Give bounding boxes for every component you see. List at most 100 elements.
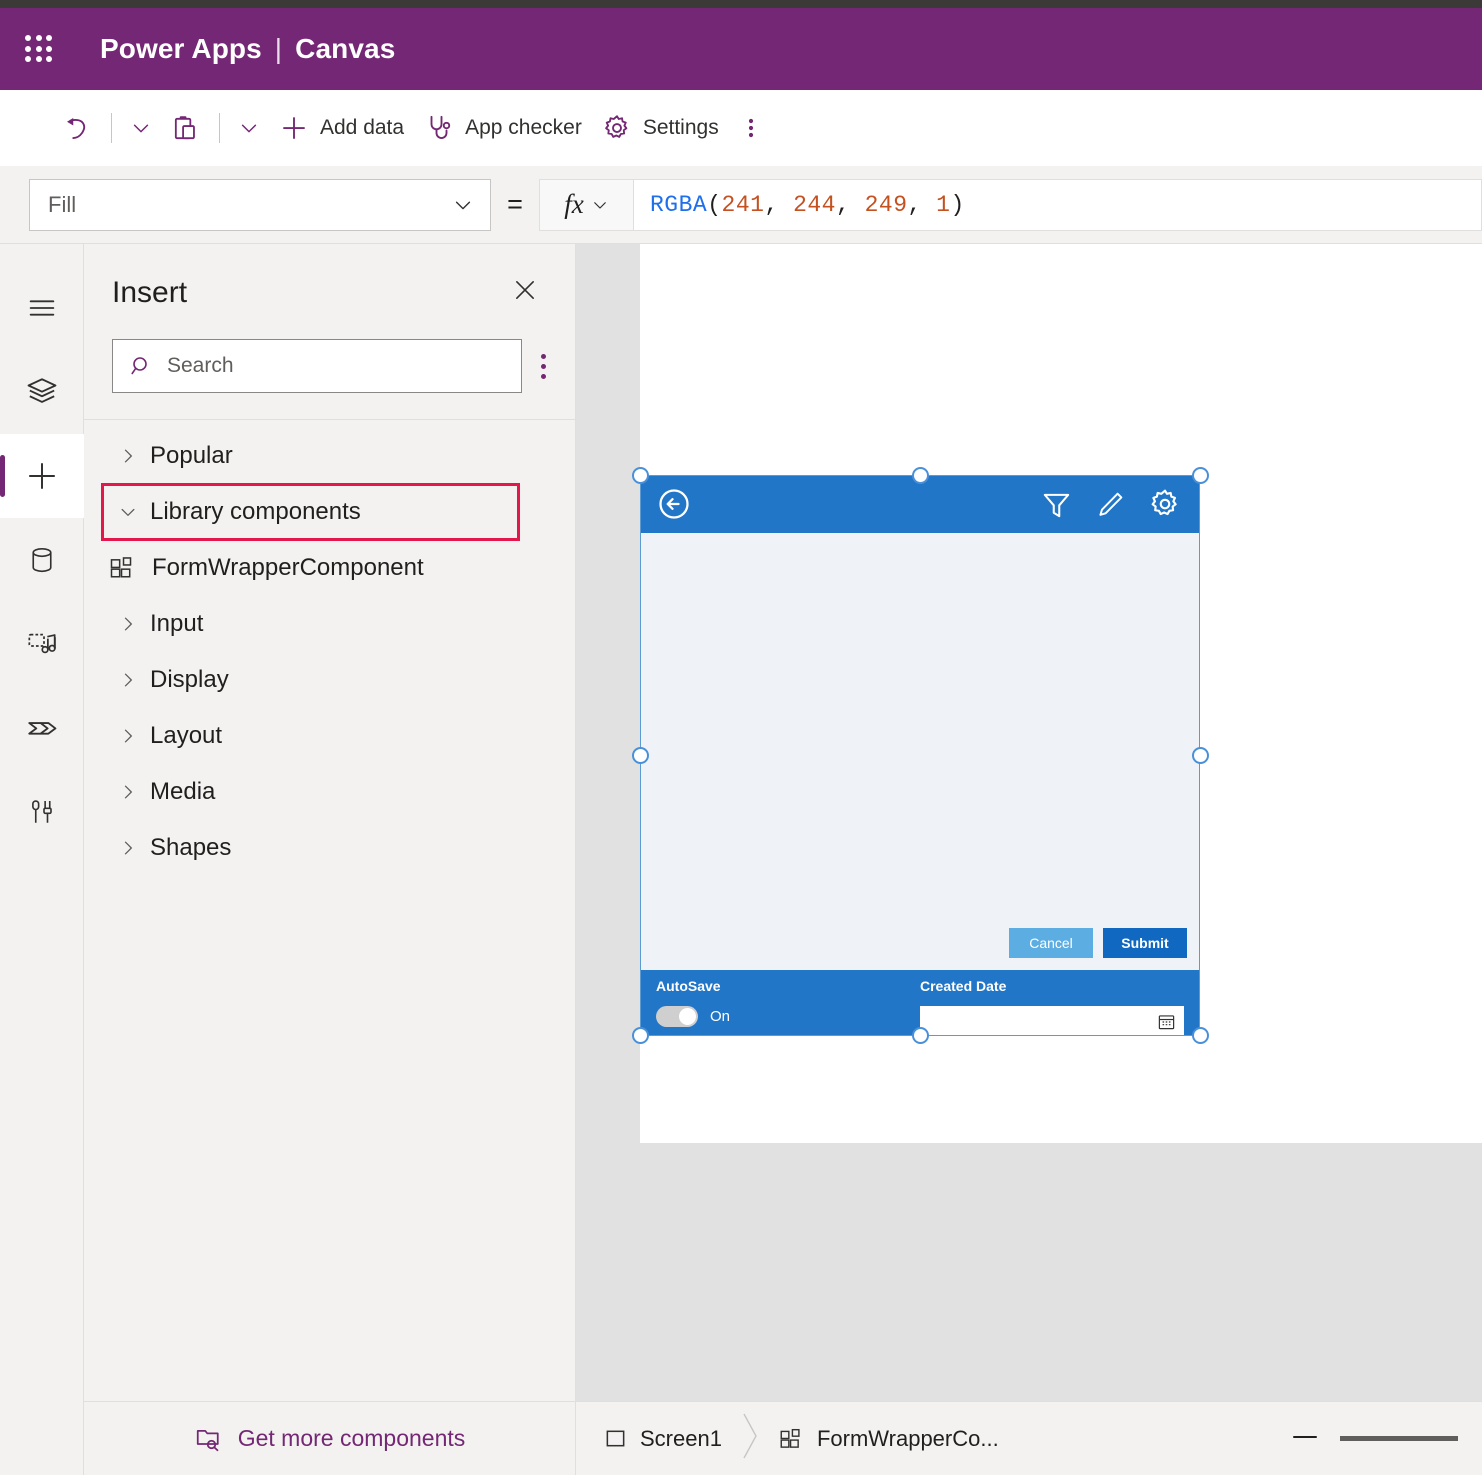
insert-panel-overflow-button[interactable] [532, 346, 555, 387]
rail-item-media[interactable] [0, 602, 84, 686]
undo-button[interactable] [52, 104, 102, 152]
category-label: Input [150, 610, 203, 638]
back-arrow-circle-icon[interactable] [656, 486, 692, 522]
gear-icon[interactable] [1148, 487, 1182, 521]
breadcrumb-component[interactable]: FormWrapperCo... [778, 1426, 999, 1452]
fx-button[interactable]: fx [539, 179, 634, 231]
insert-panel: Insert [84, 244, 576, 1401]
sidebar-item-popular[interactable]: Popular [84, 428, 575, 484]
insert-search-row [84, 315, 575, 393]
search-box[interactable] [112, 339, 522, 393]
paste-button[interactable] [161, 104, 210, 152]
formula-arg-0: 241 [722, 192, 765, 218]
menu-icon [26, 292, 58, 324]
zoom-out-button[interactable] [1276, 1430, 1334, 1448]
created-date-input[interactable] [920, 1006, 1184, 1036]
rail-item-tools[interactable] [0, 770, 84, 854]
insert-panel-header: Insert [84, 244, 575, 315]
canvas-area[interactable]: Cancel Submit AutoSave On Created Date [576, 244, 1482, 1401]
resize-handle-middle-left[interactable] [632, 747, 649, 764]
chevron-right-icon [106, 670, 150, 690]
breadcrumb-screen1[interactable]: Screen1 [604, 1426, 722, 1452]
resize-handle-top-right[interactable] [1192, 467, 1209, 484]
search-input[interactable] [167, 354, 505, 378]
app-checker-button[interactable]: App checker [414, 104, 592, 152]
rail-item-tree-view[interactable] [0, 350, 84, 434]
breadcrumb-component-label: FormWrapperCo... [817, 1426, 999, 1452]
power-apps-studio: Power Apps | Canvas [0, 0, 1482, 1475]
formula-open-paren: ( [707, 192, 721, 218]
sidebar-item-library-components[interactable]: Library components [102, 484, 519, 540]
tools-icon [27, 797, 57, 827]
pencil-icon[interactable] [1095, 489, 1126, 520]
app-launcher-icon[interactable] [22, 32, 56, 66]
sidebar-item-input[interactable]: Input [84, 596, 575, 652]
sidebar-item-media[interactable]: Media [84, 764, 575, 820]
autosave-toggle[interactable] [656, 1006, 698, 1027]
category-label: Media [150, 778, 215, 806]
component-header-actions [1040, 487, 1182, 521]
list-item-form-wrapper-component[interactable]: FormWrapperComponent [84, 540, 575, 596]
rail-item-menu[interactable] [0, 266, 84, 350]
formula-function-name: RGBA [650, 192, 707, 218]
chevron-down-icon [106, 502, 150, 522]
submit-button[interactable]: Submit [1103, 928, 1187, 958]
resize-handle-top-center[interactable] [912, 467, 929, 484]
chevron-down-icon [238, 117, 260, 139]
chevron-down-icon [452, 194, 474, 216]
autosave-label: AutoSave [656, 978, 920, 994]
rail-item-insert[interactable] [0, 434, 84, 518]
resize-handle-middle-right[interactable] [1192, 747, 1209, 764]
paste-dropdown-button[interactable] [229, 104, 269, 152]
stethoscope-icon [424, 113, 454, 143]
chevron-right-icon [106, 782, 150, 802]
chevron-right-icon [106, 446, 150, 466]
settings-label: Settings [643, 116, 719, 140]
undo-dropdown-button[interactable] [121, 104, 161, 152]
filter-icon[interactable] [1040, 488, 1073, 521]
more-vertical-icon [739, 113, 763, 143]
cancel-button[interactable]: Cancel [1009, 928, 1093, 958]
close-icon [511, 276, 539, 304]
insert-category-list: Popular Library components FormWr [84, 420, 575, 876]
autosave-state-label: On [710, 1008, 730, 1025]
sidebar-item-shapes[interactable]: Shapes [84, 820, 575, 876]
get-more-components-button[interactable]: Get more components [84, 1401, 576, 1475]
form-wrapper-component[interactable]: Cancel Submit AutoSave On Created Date [640, 475, 1200, 1036]
rail-item-data[interactable] [0, 518, 84, 602]
resize-handle-bottom-left[interactable] [632, 1027, 649, 1044]
resize-handle-top-left[interactable] [632, 467, 649, 484]
resize-handle-bottom-right[interactable] [1192, 1027, 1209, 1044]
sidebar-item-layout[interactable]: Layout [84, 708, 575, 764]
insert-icon [25, 459, 59, 493]
calendar-icon[interactable] [1157, 1012, 1176, 1031]
property-selector[interactable]: Fill [29, 179, 491, 231]
settings-button[interactable]: Settings [592, 104, 729, 152]
close-button[interactable] [505, 270, 545, 315]
rail-item-power-automate[interactable] [0, 686, 84, 770]
category-label: Layout [150, 722, 222, 750]
formula-arg-2: 249 [865, 192, 908, 218]
formula-input[interactable]: RGBA(241, 244, 249, 1) [634, 179, 1482, 231]
formula-close-paren: ) [950, 192, 964, 218]
gear-icon [602, 113, 632, 143]
toolbar-divider-1 [111, 113, 112, 143]
component-grid-icon [778, 1426, 804, 1452]
folder-search-icon [194, 1424, 224, 1454]
component-body: Cancel Submit [640, 533, 1200, 970]
category-label: Popular [150, 442, 233, 470]
toolbar-overflow-button[interactable] [729, 104, 773, 152]
plus-icon [279, 113, 309, 143]
fx-label: fx [564, 189, 584, 220]
status-bar: Screen1 FormWrapperCo... [576, 1401, 1482, 1475]
chevron-down-icon [130, 117, 152, 139]
screen-icon [604, 1427, 627, 1450]
sidebar-item-display[interactable]: Display [84, 652, 575, 708]
app-header: Power Apps | Canvas [0, 8, 1482, 90]
formula-bar: Fill = fx RGBA(241, 244, 249, 1) [0, 166, 1482, 244]
category-label: Display [150, 666, 229, 694]
zoom-slider[interactable] [1340, 1436, 1458, 1441]
toolbar-divider-2 [219, 113, 220, 143]
resize-handle-bottom-center[interactable] [912, 1027, 929, 1044]
add-data-button[interactable]: Add data [269, 104, 414, 152]
